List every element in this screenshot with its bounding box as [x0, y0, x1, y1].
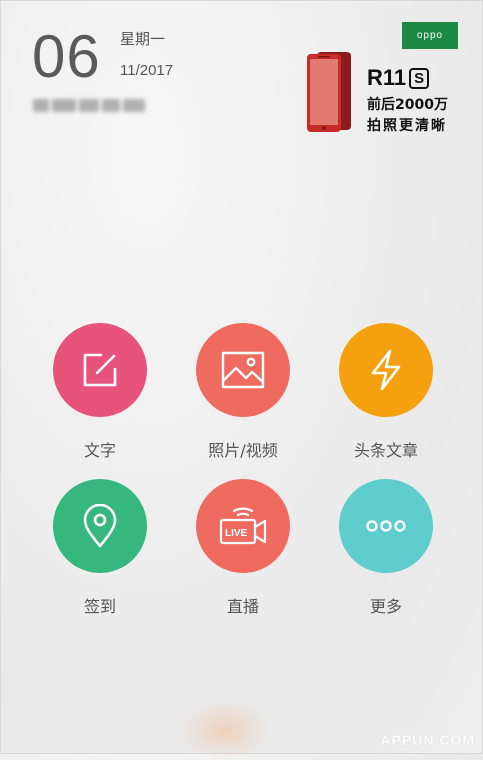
- action-label-more: 更多: [369, 597, 402, 616]
- phone-image: [307, 52, 351, 132]
- brand-logo: oppo: [402, 22, 458, 49]
- action-label-headline-article: 头条文章: [353, 441, 418, 460]
- action-headline-article[interactable]: 头条文章: [326, 323, 446, 461]
- action-more[interactable]: 更多: [326, 479, 446, 617]
- edit-icon: [83, 353, 117, 387]
- ad-tagline-1: 前后2000万: [367, 97, 448, 113]
- action-label-photo-video: 照片/视频: [208, 441, 278, 460]
- date-weekday: 星期一: [120, 30, 166, 48]
- photo-video-action-button[interactable]: [196, 323, 290, 417]
- live-action-button[interactable]: LIVE: [196, 479, 290, 573]
- action-text[interactable]: 文字: [40, 323, 160, 461]
- action-photo-video[interactable]: 照片/视频: [183, 323, 303, 461]
- bottom-glow: [180, 700, 270, 760]
- ad-model-name: R11: [367, 65, 407, 90]
- action-label-text: 文字: [83, 441, 116, 460]
- more-dots-icon: [366, 520, 406, 532]
- advertisement-banner[interactable]: oppo R11 S 前后2000万 拍照更清晰: [302, 22, 458, 140]
- checkin-action-button[interactable]: [53, 479, 147, 573]
- date-day: 06: [32, 23, 101, 90]
- ad-tagline-2: 拍照更清晰: [367, 118, 447, 134]
- ad-model: R11 S: [367, 65, 430, 91]
- watermark: APPUN.COM: [380, 732, 475, 748]
- date-month-year: 11/2017: [120, 62, 174, 79]
- lightning-icon: [371, 349, 401, 391]
- live-camera-icon: LIVE: [219, 507, 267, 545]
- text-action-button[interactable]: [53, 323, 147, 417]
- action-checkin[interactable]: 签到: [40, 479, 160, 617]
- image-icon: [221, 351, 265, 389]
- blurred-location-text: [33, 97, 159, 112]
- action-label-checkin: 签到: [83, 597, 116, 616]
- ad-model-suffix: S: [409, 67, 430, 89]
- action-live[interactable]: LIVE 直播: [183, 479, 303, 617]
- more-action-button[interactable]: [339, 479, 433, 573]
- live-badge-text: LIVE: [225, 528, 248, 539]
- headline-article-action-button[interactable]: [339, 323, 433, 417]
- action-label-live: 直播: [226, 597, 259, 616]
- location-pin-icon: [83, 504, 117, 548]
